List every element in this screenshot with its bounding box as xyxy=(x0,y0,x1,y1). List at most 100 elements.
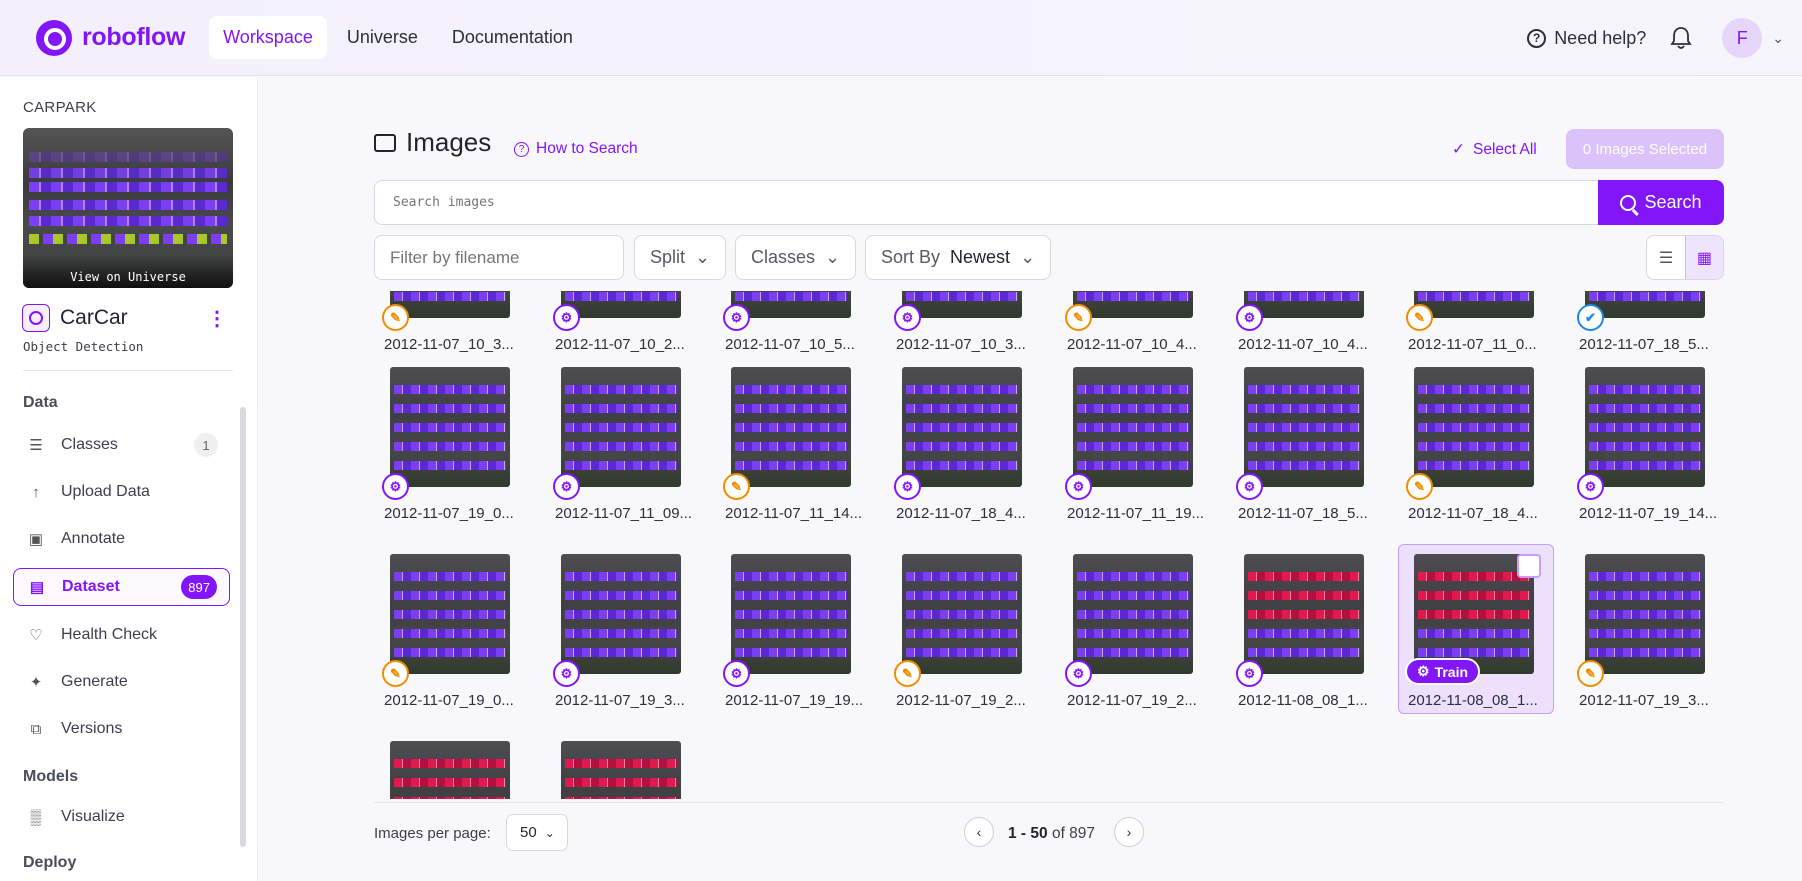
train-status-icon: ⚙ xyxy=(723,304,750,331)
image-filename: 2012-11-07_19_3... xyxy=(555,692,685,709)
section-deploy-heading: Deploy xyxy=(23,854,77,871)
page-range: 1 - 50 xyxy=(1008,825,1048,842)
train-status-icon: ⚙ xyxy=(894,304,921,331)
image-filename: 2012-11-07_18_5... xyxy=(1579,336,1709,353)
tab-documentation[interactable]: Documentation xyxy=(438,16,587,59)
classes-dropdown[interactable]: Classes ⌄ xyxy=(735,235,857,280)
image-thumbnail[interactable] xyxy=(1073,554,1193,674)
image-filename: 2012-11-07_18_4... xyxy=(1408,505,1538,522)
image-filename: 2012-11-07_19_2... xyxy=(1067,692,1197,709)
grid-view-icon[interactable]: ▦ xyxy=(1684,236,1723,279)
project-name: CarCar xyxy=(60,306,128,329)
image-thumbnail[interactable] xyxy=(390,554,510,674)
image-thumbnail[interactable] xyxy=(902,367,1022,487)
image-filename: 2012-11-07_10_5... xyxy=(725,336,855,353)
roboflow-logo[interactable]: roboflow xyxy=(36,19,185,56)
view-on-universe-link[interactable]: View on Universe xyxy=(23,254,233,288)
train-icon: ⚙ xyxy=(1417,663,1430,679)
list-view-icon[interactable]: ☰ xyxy=(1647,236,1685,279)
tab-workspace[interactable]: Workspace xyxy=(209,16,327,59)
sidebar-item-label: Dataset xyxy=(62,578,120,595)
split-badge: ⚙ Train xyxy=(1405,658,1481,685)
divider xyxy=(23,370,233,371)
tab-universe[interactable]: Universe xyxy=(333,16,432,59)
image-filename: 2012-11-07_19_19... xyxy=(725,692,864,709)
images-selected-button[interactable]: 0 Images Selected xyxy=(1566,129,1724,169)
sidebar-item-health-check[interactable]: ♡ Health Check xyxy=(13,616,230,654)
sidebar-item-label: Upload Data xyxy=(61,483,150,500)
image-filename: 2012-11-07_10_3... xyxy=(896,336,1026,353)
image-thumbnail[interactable] xyxy=(902,554,1022,674)
sidebar-item-versions[interactable]: ⧉ Versions xyxy=(13,710,230,748)
filename-filter-input[interactable] xyxy=(374,235,624,280)
image-thumbnail[interactable] xyxy=(1073,367,1193,487)
sidebar-item-visualize[interactable]: ▒ Visualize xyxy=(13,798,230,836)
how-to-search-link[interactable]: ? How to Search xyxy=(514,140,638,158)
images-per-page-select[interactable]: 50 ⌄ xyxy=(506,814,568,851)
search-input[interactable] xyxy=(374,180,1599,225)
top-navigation-bar: roboflow Workspace Universe Documentatio… xyxy=(0,0,1802,76)
footer-divider xyxy=(374,802,1724,803)
image-thumbnail[interactable] xyxy=(1244,367,1364,487)
image-thumbnail[interactable] xyxy=(1585,554,1705,674)
image-filename: 2012-11-07_19_3... xyxy=(1579,692,1709,709)
image-thumbnail[interactable] xyxy=(561,367,681,487)
image-filename: 2012-11-07_10_4... xyxy=(1238,336,1368,353)
train-status-icon: ⚙ xyxy=(1577,473,1604,500)
sidebar-item-generate[interactable]: ✦ Generate xyxy=(13,663,230,701)
more-options-icon[interactable]: ⋮ xyxy=(207,306,227,331)
image-filename: 2012-11-07_10_2... xyxy=(555,336,685,353)
valid-status-icon: ✔ xyxy=(1577,304,1604,331)
split-dropdown[interactable]: Split ⌄ xyxy=(634,235,727,280)
sidebar-item-dataset[interactable]: ▤ Dataset 897 xyxy=(13,568,230,606)
annotate-status-icon: ✎ xyxy=(1406,304,1433,331)
bell-icon[interactable] xyxy=(1670,26,1692,50)
image-thumbnail[interactable] xyxy=(1244,554,1364,674)
prev-page-button[interactable]: ‹ xyxy=(964,817,994,847)
sidebar: CARPARK View on Universe CarCar ⋮ Object… xyxy=(0,77,258,881)
sort-dropdown[interactable]: Sort By Newest ⌄ xyxy=(865,235,1052,280)
search-button[interactable]: Search xyxy=(1598,180,1724,225)
annotate-status-icon: ✎ xyxy=(723,473,750,500)
image-thumbnail[interactable] xyxy=(1414,367,1534,487)
select-all-button[interactable]: ✓ Select All xyxy=(1452,140,1537,159)
image-thumbnail[interactable] xyxy=(731,367,851,487)
image-filename: 2012-11-07_19_2... xyxy=(896,692,1026,709)
image-thumbnail[interactable] xyxy=(1585,367,1705,487)
image-thumbnail[interactable] xyxy=(731,554,851,674)
search-button-label: Search xyxy=(1644,192,1702,212)
train-status-icon: ⚙ xyxy=(553,660,580,687)
image-thumbnail[interactable] xyxy=(390,741,510,799)
sort-by-label: Sort By xyxy=(881,247,941,267)
sidebar-item-label: Generate xyxy=(61,673,128,690)
section-models-heading: Models xyxy=(23,768,79,785)
image-filename: 2012-11-07_18_4... xyxy=(896,505,1026,522)
image-thumbnail[interactable] xyxy=(561,554,681,674)
dataset-icon: ▤ xyxy=(29,579,45,596)
chevron-down-icon[interactable]: ⌄ xyxy=(1772,30,1784,47)
annotate-status-icon: ✎ xyxy=(894,660,921,687)
image-thumbnail[interactable] xyxy=(561,741,681,799)
annotate-status-icon: ✎ xyxy=(1406,473,1433,500)
project-thumbnail[interactable]: View on Universe xyxy=(23,128,233,288)
image-filename: 2012-11-07_19_0... xyxy=(384,692,514,709)
sidebar-item-label: Versions xyxy=(61,720,123,737)
image-thumbnail[interactable] xyxy=(390,367,510,487)
image-filename: 2012-11-07_11_0... xyxy=(1408,336,1537,353)
avatar[interactable]: F xyxy=(1722,18,1763,58)
sidebar-scrollbar[interactable] xyxy=(240,407,246,847)
project-type: Object Detection xyxy=(23,339,144,354)
help-button[interactable]: ? Need help? xyxy=(1527,28,1646,49)
select-all-label: Select All xyxy=(1473,140,1537,158)
split-label: Train xyxy=(1434,663,1469,680)
next-page-button[interactable]: › xyxy=(1114,817,1144,847)
pagination-range: 1 - 50 of 897 xyxy=(1008,825,1095,843)
select-checkbox[interactable] xyxy=(1517,554,1541,578)
sidebar-item-classes[interactable]: ☰ Classes 1 xyxy=(13,426,230,464)
sort-value: Newest xyxy=(950,247,1011,267)
chevron-down-icon: ⌄ xyxy=(825,247,841,267)
sidebar-item-annotate[interactable]: ▣ Annotate xyxy=(13,520,230,558)
image-thumbnail[interactable] xyxy=(1414,554,1534,674)
upload-icon: ↑ xyxy=(32,483,40,501)
sidebar-item-upload-data[interactable]: ↑ Upload Data xyxy=(13,473,230,511)
